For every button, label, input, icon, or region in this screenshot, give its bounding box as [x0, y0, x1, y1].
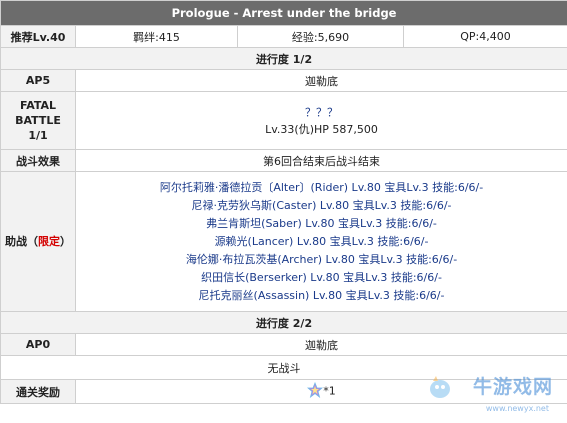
support-label-suffix: ）: [60, 235, 71, 248]
support-servant-link[interactable]: 海伦娜·布拉瓦茨基(Archer) Lv.80 宝具Lv.3 技能:6/6/-: [78, 251, 565, 269]
support-label-limited: 限定: [38, 235, 60, 248]
support-servant-link[interactable]: 尼禄·克劳狄乌斯(Caster) Lv.80 宝具Lv.3 技能:6/6/-: [78, 197, 565, 215]
fatal-label-line2: BATTLE: [15, 114, 61, 127]
support-servant-link[interactable]: 尼托克丽丝(Assassin) Lv.80 宝具Lv.3 技能:6/6/-: [78, 287, 565, 305]
support-list: 阿尔托莉雅·潘德拉贡〔Alter〕(Rider) Lv.80 宝具Lv.3 技能…: [74, 171, 567, 312]
fatal-enemy-hp: Lv.33(仇)HP 587,500: [265, 122, 378, 136]
fatal-battle-enemy: ？？？ Lv.33(仇)HP 587,500: [74, 91, 567, 150]
progress-header-2: 进行度 2/2: [0, 311, 567, 334]
saint-quartz-icon[interactable]: [307, 381, 324, 401]
no-battle-text: 无战斗: [0, 355, 567, 380]
fatal-battle-label: FATAL BATTLE 1/1: [0, 91, 76, 150]
clear-reward-value: *1: [74, 379, 567, 404]
quest-title: Prologue - Arrest under the bridge: [0, 0, 567, 26]
support-servant-link[interactable]: 阿尔托莉雅·潘德拉贡〔Alter〕(Rider) Lv.80 宝具Lv.3 技能…: [78, 179, 565, 197]
exp-value: 经验:5,690: [237, 25, 404, 48]
ap-label-1: AP5: [0, 69, 76, 92]
support-label: 助战（限定）: [0, 171, 76, 312]
battle-effect-value: 第6回合结束后战斗结束: [74, 149, 567, 172]
quest-table: Prologue - Arrest under the bridge 推荐Lv.…: [0, 0, 567, 404]
support-servant-link[interactable]: 织田信长(Berserker) Lv.80 宝具Lv.3 技能:6/6/-: [78, 269, 565, 287]
qp-value: QP:4,400: [402, 25, 567, 48]
recommended-level: 推荐Lv.40: [0, 25, 76, 48]
bond-value: 羁绊:415: [75, 25, 238, 48]
ap-label-2: AP0: [0, 333, 76, 356]
fatal-label-line1: FATAL: [19, 99, 57, 112]
fatal-enemy-name: ？？？: [305, 105, 339, 119]
support-label-prefix: 助战（: [5, 235, 38, 248]
progress-header-1: 进行度 1/2: [0, 47, 567, 70]
ap-enemy-1: 迦勒底: [74, 69, 567, 92]
support-servant-link[interactable]: 弗兰肯斯坦(Saber) Lv.80 宝具Lv.3 技能:6/6/-: [78, 215, 565, 233]
battle-effect-label: 战斗效果: [0, 149, 76, 172]
ap-enemy-2: 迦勒底: [74, 333, 567, 356]
support-servant-link[interactable]: 源赖光(Lancer) Lv.80 宝具Lv.3 技能:6/6/-: [78, 233, 565, 251]
watermark-url: www.newyx.net: [485, 404, 549, 413]
fatal-label-line3: 1/1: [28, 129, 48, 142]
reward-count: *1: [323, 384, 336, 398]
clear-reward-label: 通关奖励: [0, 379, 76, 404]
